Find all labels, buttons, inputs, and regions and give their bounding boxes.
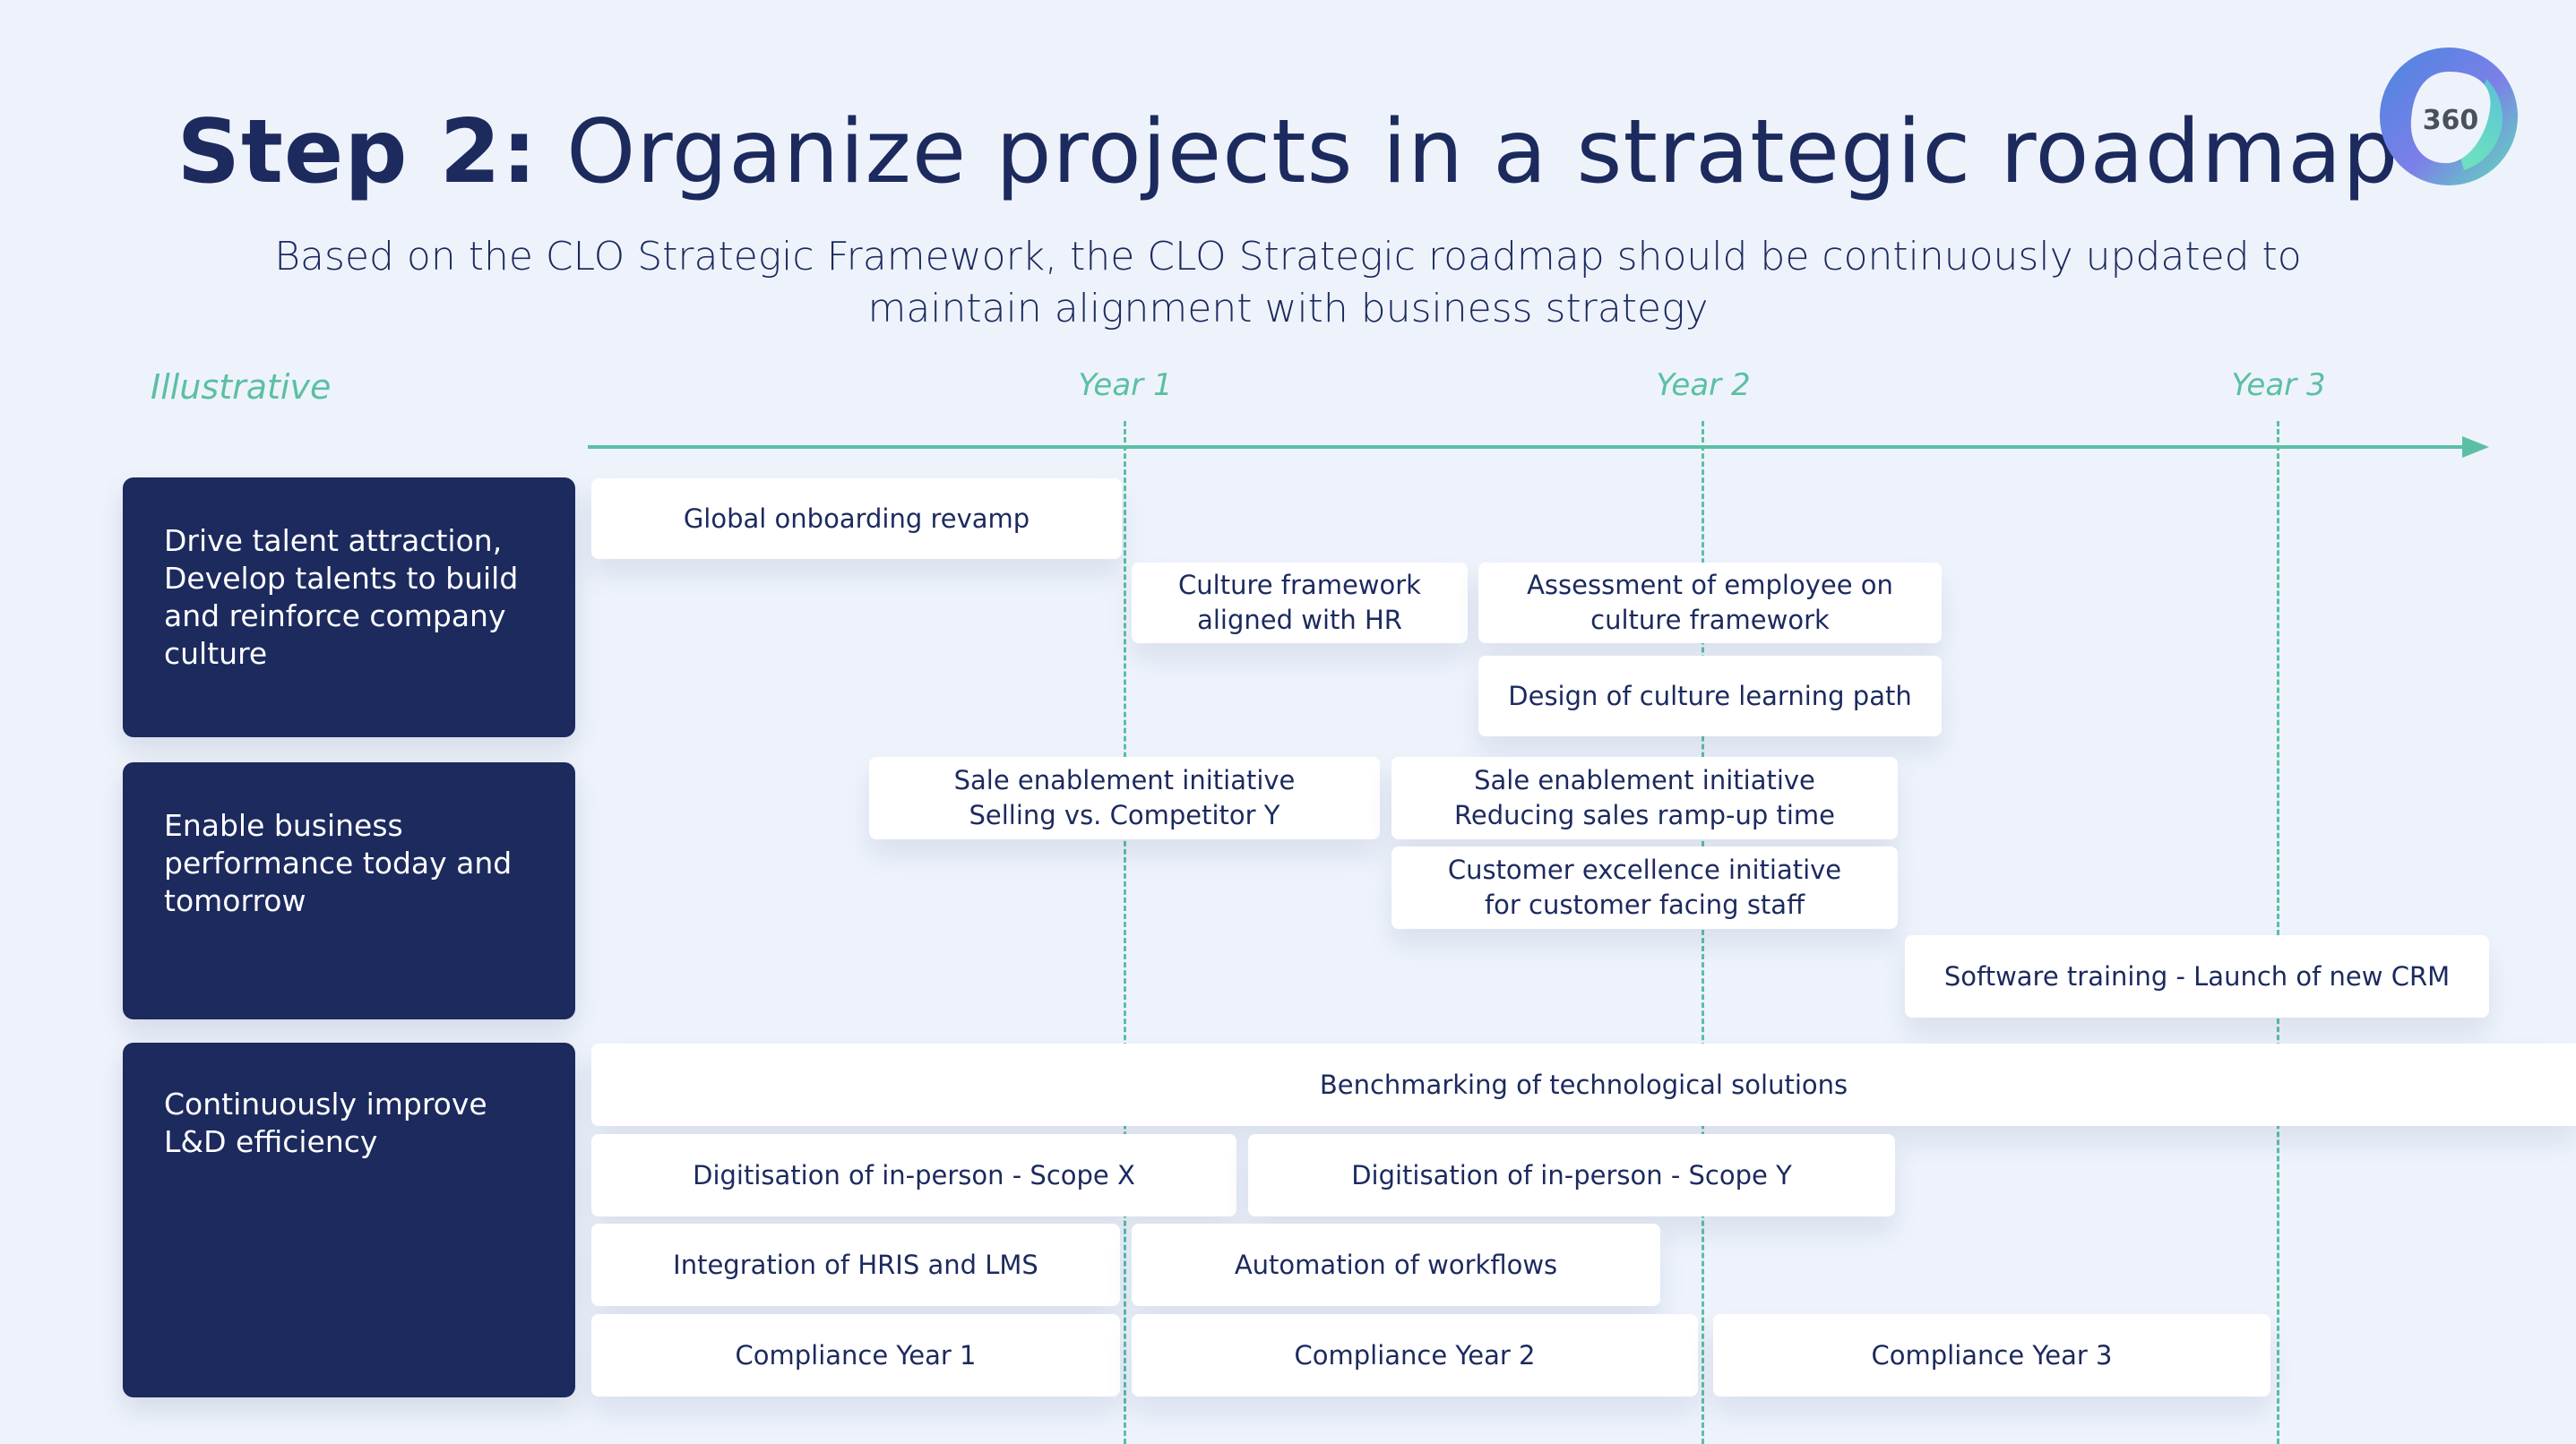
year-1-gridline (1124, 421, 1126, 1444)
project-card: Compliance Year 1 (591, 1314, 1120, 1397)
project-card: Assessment of employee on culture framew… (1478, 563, 1942, 643)
project-card: Global onboarding revamp (591, 478, 1122, 559)
project-card: Automation of workflows (1132, 1224, 1660, 1306)
project-label: Digitisation of in-person - Scope X (693, 1159, 1135, 1190)
subtitle-line-2: maintain alignment with business strateg… (867, 286, 1709, 331)
project-label: Assessment of employee on culture framew… (1527, 570, 1893, 635)
title-text: Organize projects in a strategic roadmap (538, 101, 2399, 203)
project-card: Sale enablement initiative Selling vs. C… (869, 757, 1380, 839)
project-card: Design of culture learning path (1478, 656, 1942, 736)
project-label: Compliance Year 3 (1871, 1339, 2113, 1371)
project-card: Sale enablement initiative Reducing sale… (1391, 757, 1898, 839)
page-title: Step 2: Organize projects in a strategic… (0, 94, 2576, 211)
project-label: Culture framework aligned with HR (1178, 570, 1421, 635)
year-label-3: Year 3 (2231, 367, 2326, 403)
project-card: Integration of HRIS and LMS (591, 1224, 1120, 1306)
subtitle-line-1: Based on the CLO Strategic Framework, th… (274, 234, 2302, 279)
project-label: Design of culture learning path (1508, 680, 1912, 711)
project-label: Customer excellence initiative for custo… (1447, 855, 1842, 920)
timeline-axis (588, 445, 2469, 449)
project-card: Digitisation of in-person - Scope X (591, 1134, 1236, 1216)
timeline-arrow-icon (2462, 436, 2489, 458)
project-card: Digitisation of in-person - Scope Y (1248, 1134, 1895, 1216)
project-label: Compliance Year 1 (735, 1339, 977, 1371)
project-label: Sale enablement initiative Reducing sale… (1454, 765, 1835, 830)
goal-ld-efficiency: Continuously improve L&D efficiency (123, 1043, 575, 1397)
project-card: Customer excellence initiative for custo… (1391, 847, 1898, 929)
project-label: Benchmarking of technological solutions (1319, 1069, 1848, 1100)
project-label: Automation of workflows (1234, 1249, 1558, 1280)
logo-360-icon: 360 (2379, 47, 2519, 186)
project-label: Global onboarding revamp (683, 503, 1030, 534)
goal-business-performance: Enable business performance today and to… (123, 762, 575, 1019)
project-label: Integration of HRIS and LMS (673, 1249, 1038, 1280)
goal-label: Continuously improve L&D efficiency (164, 1087, 487, 1159)
project-card: Compliance Year 2 (1132, 1314, 1698, 1397)
project-label: Sale enablement initiative Selling vs. C… (953, 765, 1296, 830)
year-3-gridline (2277, 421, 2279, 1444)
project-label: Digitisation of in-person - Scope Y (1351, 1159, 1792, 1190)
project-label: Software training - Launch of new CRM (1943, 960, 2451, 992)
illustrative-label: Illustrative (151, 367, 332, 407)
project-card: Compliance Year 3 (1713, 1314, 2270, 1397)
goal-label: Enable business performance today and to… (164, 808, 513, 918)
logo-text: 360 (2423, 105, 2479, 136)
project-label: Compliance Year 2 (1294, 1339, 1536, 1371)
page-subtitle: Based on the CLO Strategic Framework, th… (269, 231, 2307, 335)
year-label-1: Year 1 (1078, 367, 1173, 403)
goal-culture: Drive talent attraction, Develop talents… (123, 477, 575, 737)
project-card: Software training - Launch of new CRM (1905, 935, 2489, 1018)
goal-label: Drive talent attraction, Develop talents… (164, 523, 519, 671)
project-card: Benchmarking of technological solutions (591, 1044, 2576, 1126)
year-label-2: Year 2 (1656, 367, 1751, 403)
title-step: Step 2: (177, 101, 538, 203)
project-card: Culture framework aligned with HR (1132, 563, 1468, 643)
